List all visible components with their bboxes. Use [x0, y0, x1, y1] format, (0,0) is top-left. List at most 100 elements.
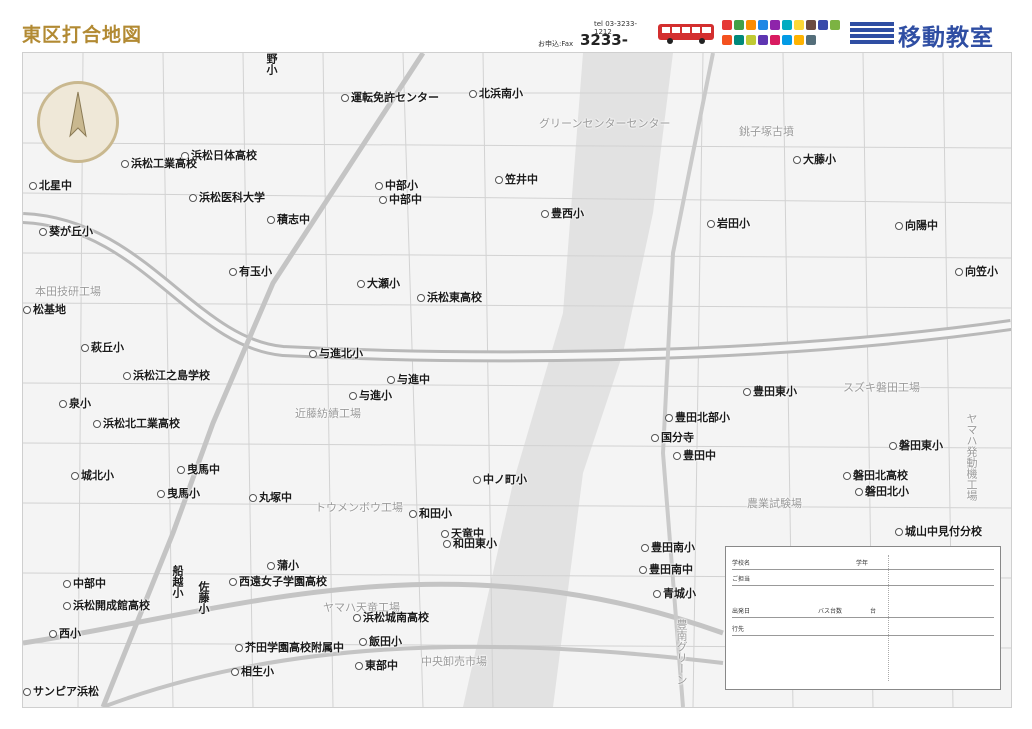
place-label: 西遠女子学園高校 [229, 573, 327, 589]
place-name: 農業試験場 [747, 497, 802, 510]
place-marker-icon [673, 452, 681, 460]
category-chip-icon [806, 35, 816, 45]
place-marker-icon [641, 544, 649, 552]
place-label: 本田技研工場 [35, 283, 101, 299]
place-marker-icon [665, 414, 673, 422]
category-chip-icon [746, 35, 756, 45]
brand-stripes-icon [850, 22, 894, 46]
category-chip-icon [734, 20, 744, 30]
category-chip-icon [770, 35, 780, 45]
place-name: 曳馬小 [167, 487, 200, 500]
place-name: 浜松日体高校 [191, 149, 257, 162]
order-form[interactable]: 学校名 学年 ご担当 出発日 バス台数 台 行先 [725, 546, 1001, 690]
place-marker-icon [81, 344, 89, 352]
place-marker-icon [229, 578, 237, 586]
place-marker-icon [267, 216, 275, 224]
place-marker-icon [157, 490, 165, 498]
place-label: 中央卸売市場 [421, 653, 487, 669]
place-name: 豊田中 [683, 449, 716, 462]
place-marker-icon [59, 400, 67, 408]
place-marker-icon [359, 638, 367, 646]
place-label: 向陽中 [895, 217, 938, 233]
destination-label: 行先 [732, 626, 745, 633]
place-name: 浜松東高校 [427, 291, 482, 304]
place-marker-icon [29, 182, 37, 190]
place-name: 芥田学園高校附属中 [245, 641, 344, 654]
place-name: 蒲小 [277, 559, 299, 572]
place-label: 西小 [49, 625, 81, 641]
category-chip-icon [794, 20, 804, 30]
place-name: 曳馬中 [187, 463, 220, 476]
person-field[interactable]: ご担当 [732, 573, 994, 586]
place-name: 船越小 [171, 565, 184, 598]
place-label: 東部中 [355, 657, 398, 673]
place-name: 近藤紡績工場 [295, 407, 361, 420]
place-name: 浜松医科大学 [199, 191, 265, 204]
place-name: 本田技研工場 [35, 285, 101, 298]
place-name: 与進小 [359, 389, 392, 402]
place-label: 与進小 [349, 387, 392, 403]
place-name: 東部中 [365, 659, 398, 672]
place-label: 城山中見付分校 [895, 523, 982, 539]
place-marker-icon [309, 350, 317, 358]
place-name: 和田東小 [453, 537, 497, 550]
place-label: 磐田東小 [889, 437, 943, 453]
place-marker-icon [469, 90, 477, 98]
place-marker-icon [495, 176, 503, 184]
fax-label: お申込:Fax [538, 40, 574, 48]
place-name: 磐田北高校 [853, 469, 908, 482]
place-label: 和田東小 [443, 535, 497, 551]
place-name: 中部中 [73, 577, 106, 590]
place-label: 豊田東小 [743, 383, 797, 399]
place-name: 北星中 [39, 179, 72, 192]
place-name: 青城小 [663, 587, 696, 600]
place-label: 岩田小 [707, 215, 750, 231]
place-name: グリーンセンターセンター [539, 117, 671, 130]
place-marker-icon [743, 388, 751, 396]
place-name: 有玉小 [239, 265, 272, 278]
place-label: 北星中 [29, 177, 72, 193]
category-chip-icon [734, 35, 744, 45]
place-marker-icon [355, 662, 363, 670]
bus-icon [658, 24, 714, 44]
place-name: 相生小 [241, 665, 274, 678]
place-name: 豊田南小 [651, 541, 695, 554]
place-label: 飯田小 [359, 633, 402, 649]
place-marker-icon [387, 376, 395, 384]
place-marker-icon [71, 472, 79, 480]
place-label: 丸塚中 [249, 489, 292, 505]
category-chip-icon [830, 20, 840, 30]
map-area[interactable]: 野小 運転免許センター 北浜南小 グリーンセンターセンター 銚子塚古墳 浜松日体高校 浜松工… [22, 52, 1012, 708]
category-chip-icon [746, 20, 756, 30]
place-label: 浜松江之島学校 [123, 367, 210, 383]
place-marker-icon [375, 182, 383, 190]
place-label: 豊田中 [673, 447, 716, 463]
place-name: 豊南グリーン [675, 619, 688, 685]
place-label: 曳馬小 [157, 485, 200, 501]
place-label: 笠井中 [495, 171, 538, 187]
place-label: 近藤紡績工場 [295, 405, 361, 421]
place-marker-icon [473, 476, 481, 484]
place-label: 中部中 [379, 191, 422, 207]
school-field[interactable]: 学校名 学年 [732, 557, 994, 570]
place-label: 向笠小 [955, 263, 998, 279]
place-name: 野小 [265, 53, 278, 75]
place-label: ヤマハ発動機工場 [963, 413, 979, 501]
place-marker-icon [443, 540, 451, 548]
place-marker-icon [651, 434, 659, 442]
place-label: 浜松城南高校 [353, 609, 429, 625]
place-label: 葵が丘小 [39, 223, 93, 239]
place-name: 銚子塚古墳 [739, 125, 794, 138]
category-icons [722, 20, 846, 48]
place-marker-icon [357, 280, 365, 288]
place-marker-icon [855, 488, 863, 496]
place-marker-icon [23, 688, 31, 696]
place-label: 国分寺 [651, 429, 694, 445]
place-label: 佐藤小 [195, 581, 211, 614]
place-marker-icon [417, 294, 425, 302]
date-field[interactable]: 出発日 バス台数 台 [732, 605, 994, 618]
place-marker-icon [93, 420, 101, 428]
place-name: 磐田北小 [865, 485, 909, 498]
place-label: 豊田南中 [639, 561, 693, 577]
destination-field[interactable]: 行先 [732, 623, 994, 636]
